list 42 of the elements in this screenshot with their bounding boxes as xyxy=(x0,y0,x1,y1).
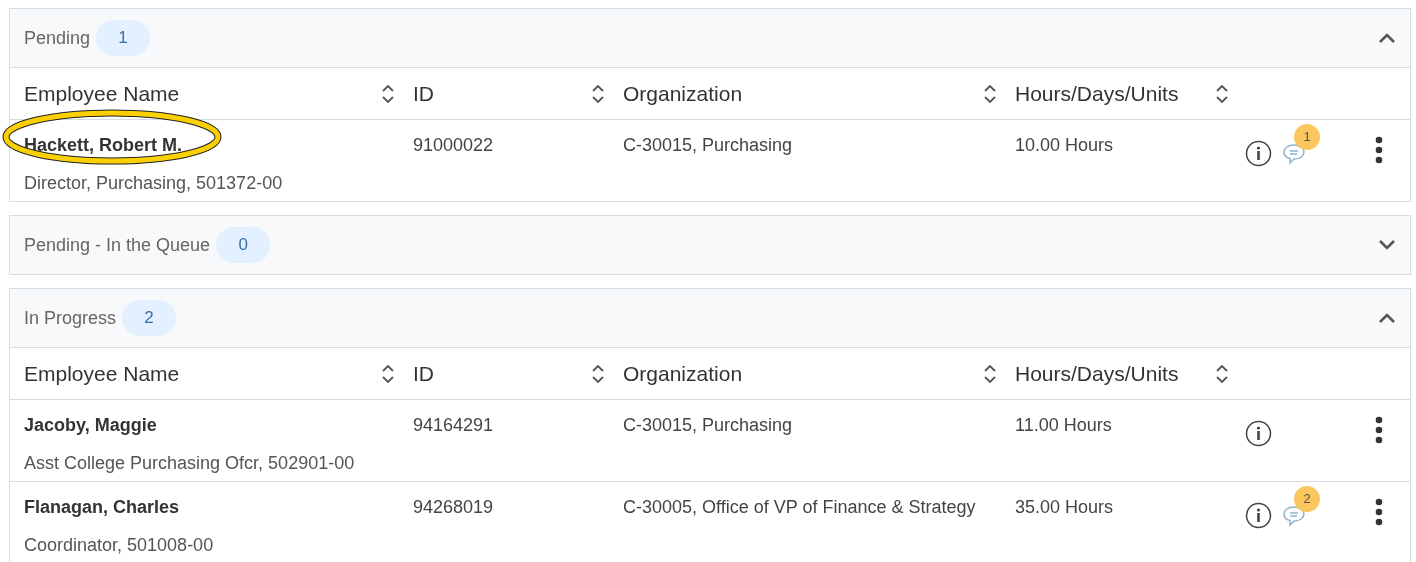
organization-text: C-30015, Purchasing xyxy=(623,135,793,155)
more-options-icon[interactable] xyxy=(1375,136,1383,164)
comment-count-badge: 2 xyxy=(1294,486,1320,512)
column-header[interactable]: Organization xyxy=(623,357,743,390)
info-icon[interactable] xyxy=(1245,140,1272,167)
organization-text: C-30005, Office of VP of Finance & Strategy xyxy=(623,497,976,517)
organization-text: C-30015, Purchasing xyxy=(623,415,793,435)
employee-position: Asst College Purchasing Ofcr, 502901-00 xyxy=(24,452,355,475)
column-header[interactable]: Hours/Days/Units xyxy=(1015,77,1179,110)
column-header[interactable]: Employee Name xyxy=(24,357,180,390)
collapse-icon[interactable] xyxy=(1378,32,1396,44)
column-header[interactable]: Organization xyxy=(623,77,743,110)
section-title: Pending - In the Queue xyxy=(24,233,211,257)
section-title: In Progress xyxy=(24,306,117,330)
section-header[interactable]: Pending - In the Queue 0 xyxy=(10,216,1410,274)
expand-icon[interactable] xyxy=(1378,239,1396,251)
hours-text: 10.00 Hours xyxy=(1015,135,1114,155)
column-header[interactable]: Employee Name xyxy=(24,77,180,110)
hours-text: 11.00 Hours xyxy=(1015,415,1112,435)
employee-id: 94268019 xyxy=(413,497,494,517)
section-header[interactable]: Pending 1 xyxy=(10,9,1410,67)
column-header[interactable]: ID xyxy=(413,357,434,390)
count-badge: 0 xyxy=(216,227,271,263)
employee-name[interactable]: Jacoby, Maggie xyxy=(24,412,157,439)
column-header[interactable]: Hours/Days/Units xyxy=(1015,357,1179,390)
info-icon[interactable] xyxy=(1245,502,1272,529)
employee-position: Coordinator, 501008-00 xyxy=(24,534,214,557)
hours-text: 35.00 Hours xyxy=(1015,497,1114,517)
employee-id: 94164291 xyxy=(413,415,494,435)
section-title: Pending xyxy=(24,26,91,50)
employee-id: 91000022 xyxy=(413,135,494,155)
section-header[interactable]: In Progress 2 xyxy=(10,289,1410,347)
collapse-icon[interactable] xyxy=(1378,312,1396,324)
more-options-icon[interactable] xyxy=(1375,498,1383,526)
employee-position: Director, Purchasing, 501372-00 xyxy=(24,172,283,195)
count-badge: 1 xyxy=(96,20,151,56)
employee-name[interactable]: Flanagan, Charles xyxy=(24,494,180,521)
count-badge: 2 xyxy=(122,300,177,336)
comment-count-badge: 1 xyxy=(1294,124,1320,150)
column-header[interactable]: ID xyxy=(413,77,434,110)
info-icon[interactable] xyxy=(1245,420,1272,447)
more-options-icon[interactable] xyxy=(1375,416,1383,444)
